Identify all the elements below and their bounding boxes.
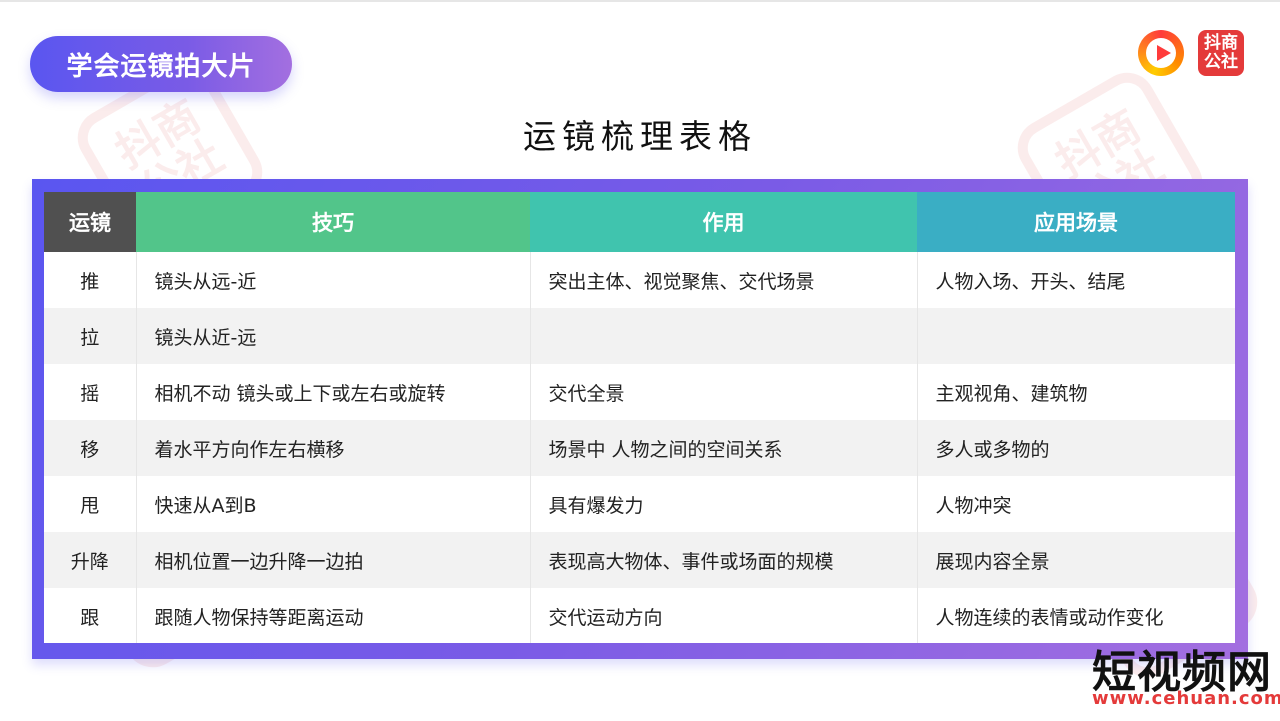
cell-scene	[917, 308, 1235, 364]
table-frame: 运镜 技巧 作用 应用场景 推 镜头从远-近 突出主体、视觉聚焦、交代场景 人物…	[32, 179, 1248, 659]
play-circle-icon	[1138, 30, 1184, 76]
cell-technique: 着水平方向作左右横移	[136, 420, 531, 476]
cell-effect: 场景中 人物之间的空间关系	[530, 420, 918, 476]
site-url: www.cehuan.com	[1092, 688, 1280, 709]
table-row: 升降 相机位置一边升降一边拍 表现高大物体、事件或场面的规模 展现内容全景	[44, 532, 1235, 588]
table-row: 推 镜头从远-近 突出主体、视觉聚焦、交代场景 人物入场、开头、结尾	[44, 252, 1235, 308]
cell-technique: 镜头从近-远	[136, 308, 531, 364]
cell-move: 拉	[44, 308, 137, 364]
page-title: 运镜梳理表格	[523, 117, 757, 156]
brand-logo-text: 抖商公社	[1204, 33, 1238, 72]
cell-scene: 主观视角、建筑物	[917, 364, 1235, 420]
cell-scene: 人物连续的表情或动作变化	[917, 588, 1235, 643]
cell-scene: 人物冲突	[917, 476, 1235, 532]
top-divider	[0, 0, 1280, 2]
cell-move: 甩	[44, 476, 137, 532]
cell-scene: 展现内容全景	[917, 532, 1235, 588]
cell-effect: 表现高大物体、事件或场面的规模	[530, 532, 918, 588]
title-badge: 学会运镜拍大片	[30, 36, 292, 92]
cell-effect	[530, 308, 918, 364]
header-move: 运镜	[44, 192, 136, 252]
table-container: 运镜 技巧 作用 应用场景 推 镜头从远-近 突出主体、视觉聚焦、交代场景 人物…	[44, 192, 1235, 643]
cell-move: 摇	[44, 364, 137, 420]
cell-effect: 交代运动方向	[530, 588, 918, 643]
table-row: 拉 镜头从近-远	[44, 308, 1235, 364]
header-technique: 技巧	[136, 192, 530, 252]
cell-technique: 跟随人物保持等距离运动	[136, 588, 531, 643]
cell-technique: 相机位置一边升降一边拍	[136, 532, 531, 588]
cell-effect: 交代全景	[530, 364, 918, 420]
cell-technique: 镜头从远-近	[136, 252, 531, 308]
cell-effect: 具有爆发力	[530, 476, 918, 532]
camera-movement-table: 运镜 技巧 作用 应用场景 推 镜头从远-近 突出主体、视觉聚焦、交代场景 人物…	[44, 192, 1235, 643]
table-header-row: 运镜 技巧 作用 应用场景	[44, 192, 1235, 252]
table-row: 移 着水平方向作左右横移 场景中 人物之间的空间关系 多人或多物的	[44, 420, 1235, 476]
cell-technique: 快速从A到B	[136, 476, 531, 532]
table-row: 跟 跟随人物保持等距离运动 交代运动方向 人物连续的表情或动作变化	[44, 588, 1235, 643]
table-row: 甩 快速从A到B 具有爆发力 人物冲突	[44, 476, 1235, 532]
cell-scene: 多人或多物的	[917, 420, 1235, 476]
header-scene: 应用场景	[917, 192, 1235, 252]
cell-move: 升降	[44, 532, 137, 588]
cell-technique: 相机不动 镜头或上下或左右或旋转	[136, 364, 531, 420]
brand-logo-badge: 抖商公社	[1198, 30, 1244, 76]
cell-scene: 人物入场、开头、结尾	[917, 252, 1235, 308]
cell-move: 推	[44, 252, 137, 308]
cell-effect: 突出主体、视觉聚焦、交代场景	[530, 252, 918, 308]
table-row: 摇 相机不动 镜头或上下或左右或旋转 交代全景 主观视角、建筑物	[44, 364, 1235, 420]
cell-move: 跟	[44, 588, 137, 643]
header-effect: 作用	[530, 192, 917, 252]
title-badge-text: 学会运镜拍大片	[66, 51, 256, 82]
cell-move: 移	[44, 420, 137, 476]
